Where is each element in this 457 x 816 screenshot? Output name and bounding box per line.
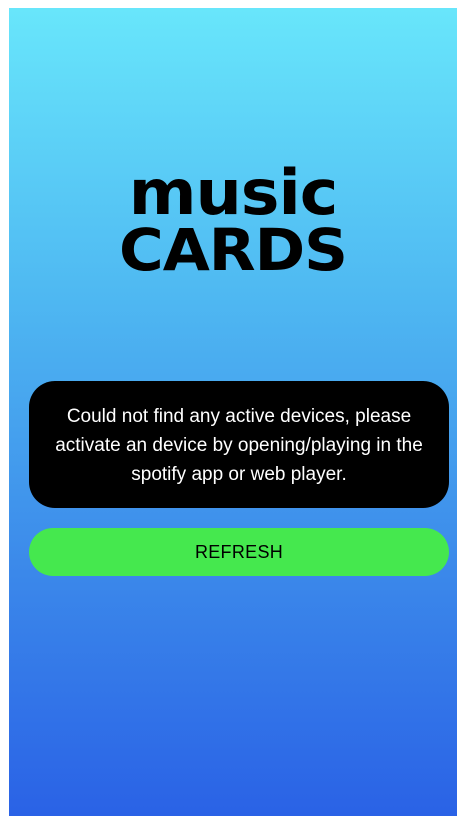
- no-device-message: Could not find any active devices, pleas…: [29, 381, 449, 508]
- app-logo: music CARDS: [9, 156, 457, 284]
- refresh-button[interactable]: REFRESH: [29, 528, 449, 576]
- app-screen: music CARDS Could not find any active de…: [9, 8, 457, 816]
- no-device-message-text: Could not find any active devices, pleas…: [55, 406, 423, 485]
- logo-line-music: music: [128, 156, 339, 229]
- logo-line-cards: CARDS: [119, 215, 348, 284]
